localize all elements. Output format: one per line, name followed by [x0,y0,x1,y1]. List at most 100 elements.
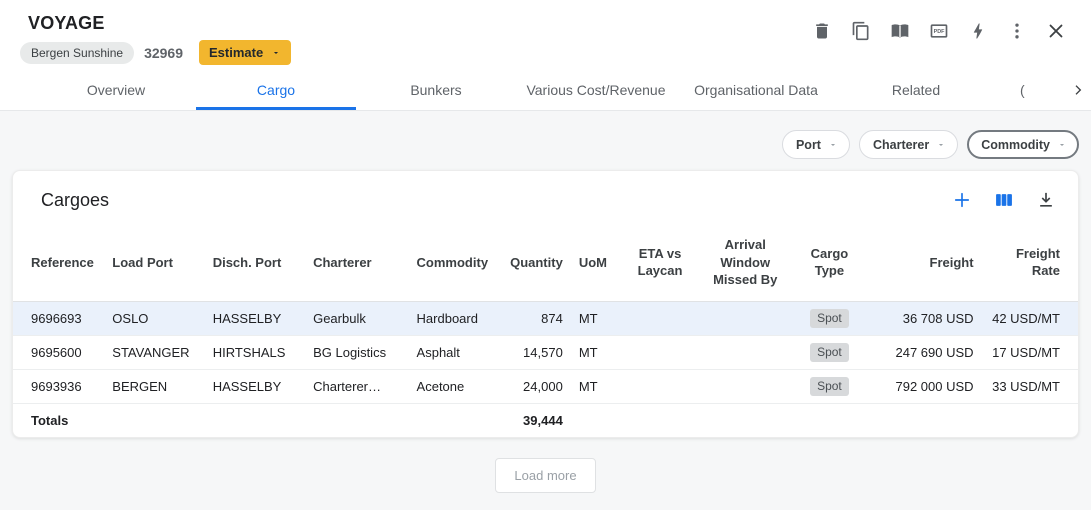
cell-uom: MT [571,369,624,403]
cargo-row[interactable]: 9693936 BERGEN HASSELBY Charterer… Aceto… [13,369,1078,403]
cell-freight-rate: 17 USD/MT [982,335,1078,369]
download-button[interactable] [1034,188,1058,212]
cell-load-port: OSLO [104,301,204,335]
pdf-button[interactable]: PDF [928,20,950,42]
pdf-icon: PDF [929,21,949,41]
cell-cargo-type: Spot [794,335,865,369]
cell-freight: 247 690 USD [865,335,982,369]
voyage-number: 32969 [144,45,183,61]
cell-eta-vs-laycan [624,301,697,335]
cell-reference: 9695600 [13,335,104,369]
load-more-button[interactable]: Load more [495,458,595,493]
estimate-button[interactable]: Estimate [199,40,291,65]
lightning-icon [968,21,988,41]
cargoes-card-header: Cargoes [13,171,1078,216]
filter-port-label: Port [796,138,821,152]
cargo-type-badge: Spot [810,309,849,328]
cargoes-table: Reference Load Port Disch. Port Chartere… [13,220,1078,437]
cell-freight: 36 708 USD [865,301,982,335]
filter-commodity-label: Commodity [981,138,1050,152]
tab-overflow-partial[interactable]: ( [996,70,1025,110]
delete-icon [812,21,832,41]
page-title: VOYAGE [28,13,105,34]
close-button[interactable] [1045,20,1067,42]
column-header-charterer[interactable]: Charterer [305,220,408,301]
cell-reference: 9696693 [13,301,104,335]
cargo-row[interactable]: 9696693 OSLO HASSELBY Gearbulk Hardboard… [13,301,1078,335]
book-icon [890,21,910,41]
chevron-right-icon [1070,82,1086,98]
cell-disch-port: HASSELBY [205,369,305,403]
cell-uom: MT [571,335,624,369]
cell-commodity: Asphalt [409,335,498,369]
cell-arrival-window [697,369,794,403]
column-header-cargo-type[interactable]: Cargo Type [794,220,865,301]
add-cargo-button[interactable] [950,188,974,212]
cell-load-port: STAVANGER [104,335,204,369]
cell-cargo-type: Spot [794,369,865,403]
column-header-arrival-window[interactable]: Arrival Window Missed By [697,220,794,301]
cargo-type-badge: Spot [810,377,849,396]
column-header-eta-vs-laycan[interactable]: ETA vs Laycan [624,220,697,301]
tab-bunkers[interactable]: Bunkers [356,70,516,110]
svg-text:PDF: PDF [934,29,946,35]
cargo-type-badge: Spot [810,343,849,362]
more-options-icon [1007,21,1027,41]
cell-disch-port: HIRTSHALS [205,335,305,369]
column-header-load-port[interactable]: Load Port [104,220,204,301]
cell-charterer: BG Logistics [305,335,408,369]
plus-icon [952,190,972,210]
column-header-freight-rate[interactable]: Freight Rate [982,220,1078,301]
cell-reference: 9693936 [13,369,104,403]
tab-cargo[interactable]: Cargo [196,70,356,110]
toolbar-icons: PDF [811,20,1067,42]
delete-button[interactable] [811,20,833,42]
filter-bar: Port Charterer Commodity [12,130,1079,159]
subtitle-row: Bergen Sunshine 32969 Estimate [20,40,291,65]
column-header-quantity[interactable]: Quantity [498,220,571,301]
cell-eta-vs-laycan [624,369,697,403]
totals-row: Totals 39,444 [13,403,1078,437]
column-header-commodity[interactable]: Commodity [409,220,498,301]
filter-charterer-label: Charterer [873,138,929,152]
voyage-screen: VOYAGE Bergen Sunshine 32969 Estimate [0,0,1091,510]
cell-arrival-window [697,335,794,369]
tab-scroll-right-button[interactable] [1065,70,1091,110]
cell-disch-port: HASSELBY [205,301,305,335]
column-header-disch-port[interactable]: Disch. Port [205,220,305,301]
tab-overview[interactable]: Overview [36,70,196,110]
filter-commodity[interactable]: Commodity [967,130,1079,159]
cell-arrival-window [697,301,794,335]
cell-freight-rate: 33 USD/MT [982,369,1078,403]
table-header-row: Reference Load Port Disch. Port Chartere… [13,220,1078,301]
cargo-row[interactable]: 9695600 STAVANGER HIRTSHALS BG Logistics… [13,335,1078,369]
caret-down-icon [936,140,946,150]
column-header-freight[interactable]: Freight [865,220,982,301]
cell-quantity: 874 [498,301,571,335]
tab-related[interactable]: Related [836,70,996,110]
download-icon [1036,190,1056,210]
cell-eta-vs-laycan [624,335,697,369]
caret-down-icon [271,48,281,58]
topbar: VOYAGE Bergen Sunshine 32969 Estimate [0,0,1091,111]
more-options-button[interactable] [1006,20,1028,42]
filter-charterer[interactable]: Charterer [859,130,958,159]
filter-port[interactable]: Port [782,130,850,159]
column-header-uom[interactable]: UoM [571,220,624,301]
card-actions [950,188,1058,212]
column-settings-button[interactable] [992,188,1016,212]
cell-uom: MT [571,301,624,335]
card-title: Cargoes [41,190,109,211]
caret-down-icon [1057,140,1067,150]
column-header-reference[interactable]: Reference [13,220,104,301]
cell-commodity: Hardboard [409,301,498,335]
lightning-button[interactable] [967,20,989,42]
tab-organisational-data[interactable]: Organisational Data [676,70,836,110]
copy-button[interactable] [850,20,872,42]
book-button[interactable] [889,20,911,42]
tab-various-cost-revenue[interactable]: Various Cost/Revenue [516,70,676,110]
cell-quantity: 14,570 [498,335,571,369]
estimate-button-label: Estimate [209,45,263,60]
cell-freight-rate: 42 USD/MT [982,301,1078,335]
cell-quantity: 24,000 [498,369,571,403]
